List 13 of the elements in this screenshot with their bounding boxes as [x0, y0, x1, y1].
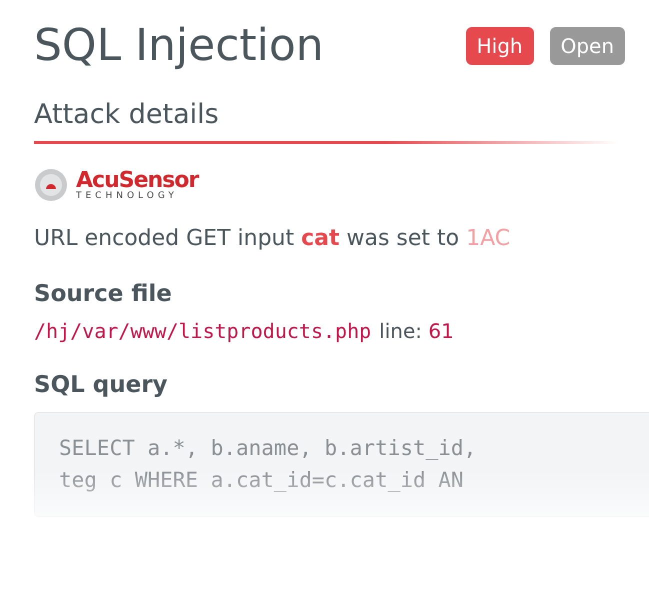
- page-title: SQL Injection: [34, 20, 325, 73]
- section-heading: Attack details: [34, 98, 220, 132]
- tag-label: High: [466, 27, 534, 66]
- logo-tagline: TECHNOLOGY: [76, 192, 179, 201]
- field-label: Source file: [34, 280, 173, 310]
- field-label: SQL query: [34, 370, 169, 400]
- line-number: line: 61: [379, 318, 454, 345]
- file-path: /hj/var/www/listproducts.php: [34, 318, 372, 345]
- code-block: SELECT a.*, b.aname, b.artist_id, teg c WHERE a.cat_id=c.cat_id AN: [34, 412, 649, 518]
- tag-label: Open: [550, 27, 625, 66]
- sensor-logo-icon: [34, 168, 68, 202]
- logo-name: AcuSensor: [76, 170, 198, 192]
- attack-message: URL encoded GET input cat was set to 1AC: [34, 225, 512, 254]
